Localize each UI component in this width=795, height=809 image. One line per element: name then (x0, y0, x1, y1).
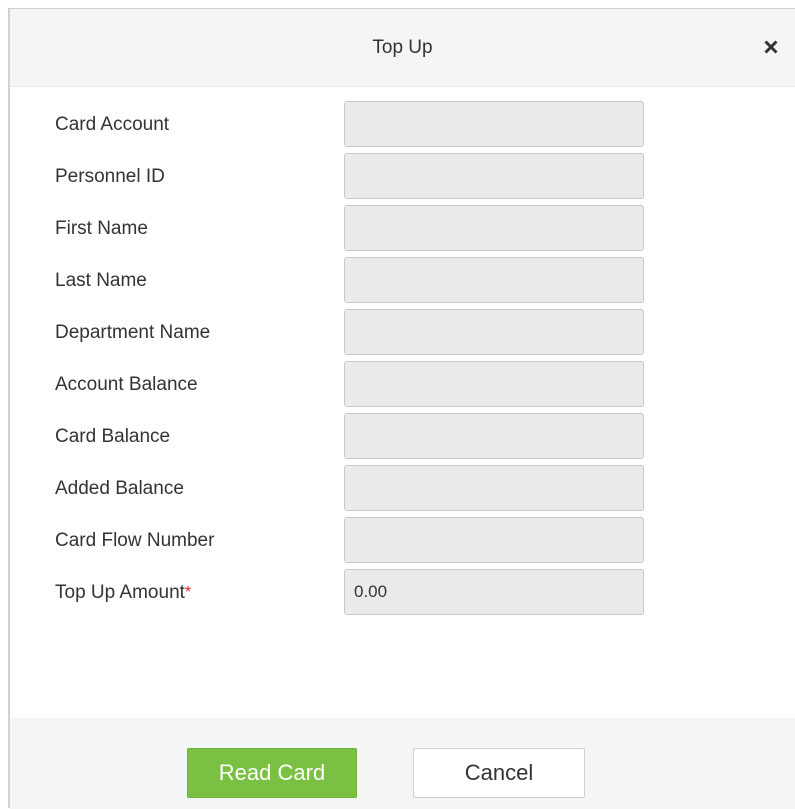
card-flow-number-label: Card Flow Number (55, 530, 215, 551)
dialog-header: Top Up (10, 9, 795, 87)
personnel-id-label: Personnel ID (55, 166, 165, 187)
card-balance-label: Card Balance (55, 426, 171, 447)
last-name-field[interactable] (344, 257, 644, 303)
close-button[interactable] (757, 33, 785, 61)
last-name-label: Last Name (55, 270, 147, 291)
card-account-field[interactable] (344, 101, 644, 147)
added-balance-field[interactable] (344, 465, 644, 511)
department-name-field[interactable] (344, 309, 644, 355)
card-flow-number-row: Card Flow Number (10, 517, 795, 563)
card-account-label: Card Account (55, 114, 170, 135)
card-account-row: Card Account (10, 101, 795, 147)
added-balance-row: Added Balance (10, 465, 795, 511)
dialog-footer: Read Card Cancel (10, 718, 795, 809)
account-balance-field[interactable] (344, 361, 644, 407)
first-name-label: First Name (55, 218, 148, 239)
personnel-id-row: Personnel ID (10, 153, 795, 199)
account-balance-label: Account Balance (55, 374, 198, 395)
top-up-amount-field[interactable] (344, 569, 644, 615)
close-icon (764, 40, 778, 54)
cancel-button[interactable]: Cancel (413, 748, 585, 798)
department-name-label: Department Name (55, 322, 211, 343)
first-name-field[interactable] (344, 205, 644, 251)
account-balance-row: Account Balance (10, 361, 795, 407)
card-balance-field[interactable] (344, 413, 644, 459)
top-up-amount-row: Top Up Amount* (10, 569, 795, 615)
top-up-amount-label: Top Up Amount* (55, 581, 191, 605)
read-card-button[interactable]: Read Card (187, 748, 357, 798)
dialog-title: Top Up (372, 37, 433, 58)
last-name-row: Last Name (10, 257, 795, 303)
first-name-row: First Name (10, 205, 795, 251)
added-balance-label: Added Balance (55, 478, 184, 499)
personnel-id-field[interactable] (344, 153, 644, 199)
card-balance-row: Card Balance (10, 413, 795, 459)
top-up-dialog: Top Up Card Account Personnel ID First N… (8, 8, 795, 809)
required-marker: * (184, 584, 192, 601)
top-up-amount-label-text: Top Up Amount (55, 582, 185, 603)
department-name-row: Department Name (10, 309, 795, 355)
card-flow-number-field[interactable] (344, 517, 644, 563)
